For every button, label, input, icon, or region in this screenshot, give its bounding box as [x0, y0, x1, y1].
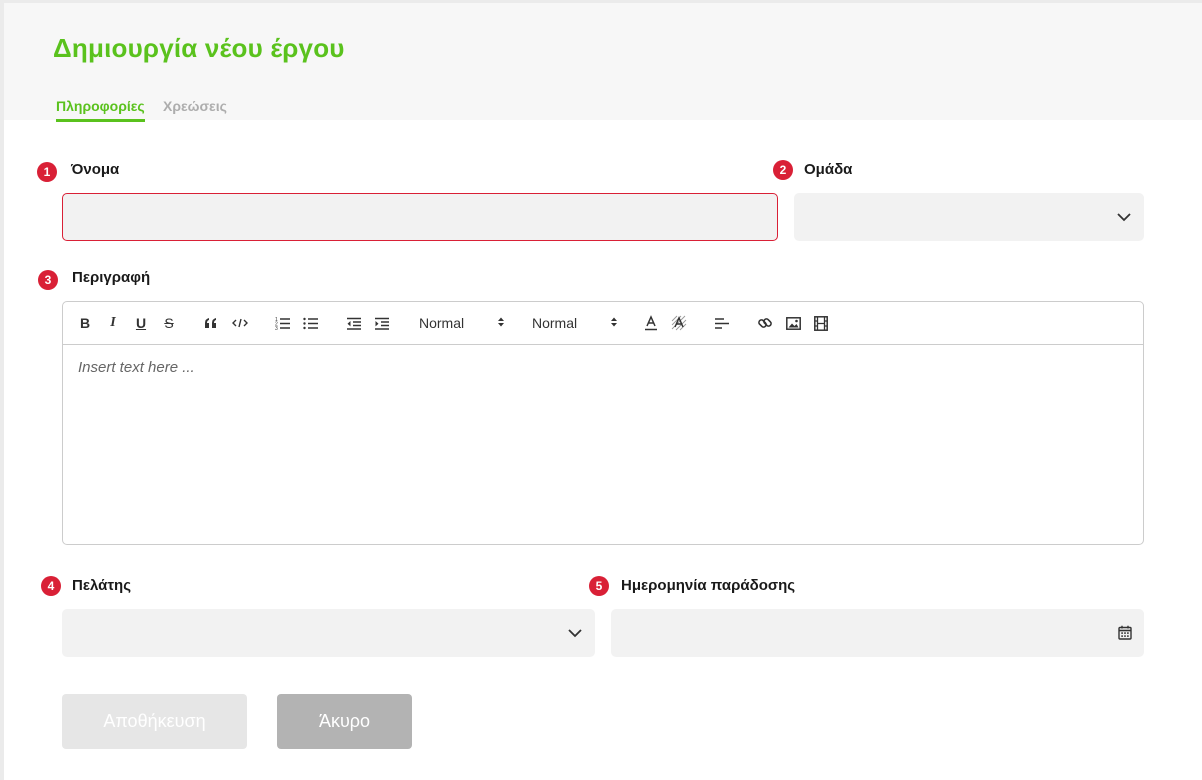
size-picker[interactable]: Normal [532, 314, 618, 332]
step-badge-2: 2 [773, 160, 793, 180]
background-color-icon[interactable] [670, 314, 688, 332]
step-badge-4: 4 [41, 576, 61, 596]
chevron-down-icon [568, 629, 582, 638]
editor-placeholder[interactable]: Insert text here ... [78, 359, 195, 376]
strike-button[interactable]: S [162, 314, 176, 332]
name-input[interactable] [62, 193, 778, 241]
step-badge-1: 1 [37, 162, 57, 182]
page-title: Δημιουργία νέου έργου [53, 33, 345, 63]
svg-text:3: 3 [275, 326, 278, 330]
text-color-icon[interactable] [643, 314, 659, 332]
page-header: Δημιουργία νέου έργου Πληροφορίες Χρεώσε… [4, 3, 1202, 122]
tab-info[interactable]: Πληροφορίες [56, 98, 145, 122]
blockquote-icon[interactable] [203, 314, 219, 332]
link-icon[interactable] [756, 314, 774, 332]
indent-icon[interactable] [373, 314, 391, 332]
tab-charges[interactable]: Χρεώσεις [163, 98, 227, 119]
description-label: Περιγραφή [72, 269, 151, 286]
step-badge-5: 5 [589, 576, 609, 596]
image-icon[interactable] [784, 314, 802, 332]
step-badge-3: 3 [38, 270, 58, 290]
editor-toolbar: B I U S 123 Normal Normal [63, 302, 1143, 345]
bold-button[interactable]: B [78, 314, 92, 332]
save-button[interactable]: Αποθήκευση [62, 694, 247, 749]
name-label: Όνομα [71, 161, 120, 178]
font-picker[interactable]: Normal [419, 314, 505, 332]
cancel-button[interactable]: Άκυρο [277, 694, 412, 749]
team-label: Ομάδα [804, 161, 853, 178]
team-select[interactable] [794, 193, 1144, 241]
chevron-down-icon [1117, 213, 1131, 222]
picker-arrows-icon [611, 317, 617, 327]
calendar-icon[interactable] [1118, 625, 1132, 640]
ordered-list-icon[interactable]: 123 [274, 314, 292, 332]
code-block-icon[interactable] [231, 314, 249, 332]
delivery-date-label: Ημερομηνία παράδοσης [621, 577, 796, 594]
picker-arrows-icon [498, 317, 504, 327]
client-label: Πελάτης [72, 577, 131, 594]
video-icon[interactable] [812, 314, 830, 332]
outdent-icon[interactable] [345, 314, 363, 332]
description-editor: B I U S 123 Normal Normal Insert text he… [62, 301, 1144, 545]
underline-button[interactable]: U [134, 314, 148, 332]
create-project-page: Δημιουργία νέου έργου Πληροφορίες Χρεώσε… [4, 3, 1202, 780]
font-picker-label: Normal [419, 315, 465, 331]
bullet-list-icon[interactable] [302, 314, 320, 332]
delivery-date-input[interactable] [611, 609, 1144, 657]
client-select[interactable] [62, 609, 595, 657]
align-icon[interactable] [713, 314, 731, 332]
size-picker-label: Normal [532, 315, 578, 331]
italic-button[interactable]: I [106, 314, 120, 332]
